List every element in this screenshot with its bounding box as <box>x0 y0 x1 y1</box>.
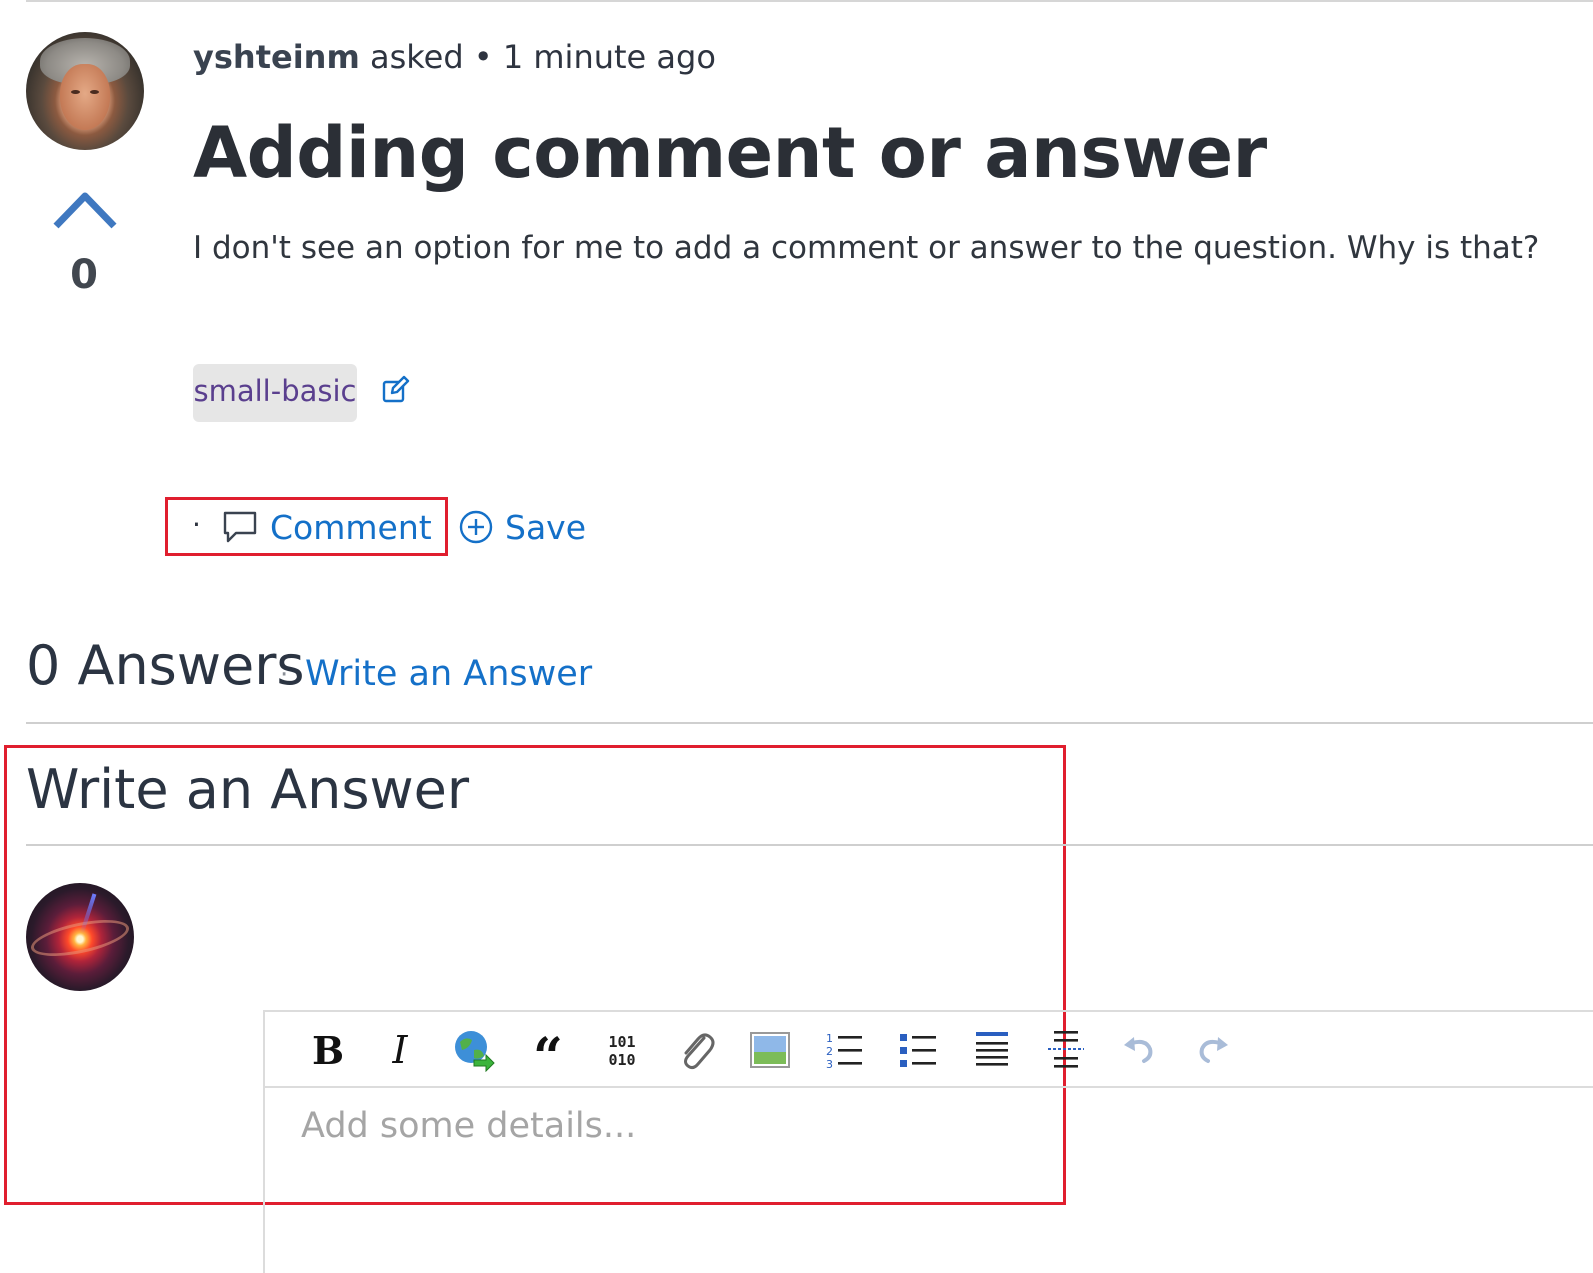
upvote-icon[interactable] <box>52 188 118 232</box>
write-answer-heading: Write an Answer <box>26 758 470 821</box>
answer-details-input[interactable]: Add some details... <box>301 1106 636 1146</box>
redo-icon[interactable] <box>1187 1026 1237 1074</box>
italic-icon[interactable]: I <box>375 1026 425 1074</box>
vote-count: 0 <box>70 252 98 298</box>
answers-divider <box>26 722 1593 724</box>
top-divider <box>26 0 1593 2</box>
comment-button[interactable]: Comment <box>222 504 432 550</box>
numbered-list-icon[interactable]: 1 2 3 <box>819 1026 869 1074</box>
question-meta: yshteinm asked • 1 minute ago <box>193 38 716 76</box>
image-icon[interactable] <box>745 1026 795 1074</box>
action-separator: · <box>192 508 201 541</box>
avatar-galaxy-ring <box>27 912 133 964</box>
link-icon[interactable] <box>449 1026 499 1074</box>
attachment-icon[interactable] <box>671 1026 721 1074</box>
question-title: Adding comment or answer <box>193 112 1267 194</box>
question-body: I don't see an option for me to add a co… <box>193 230 1540 266</box>
save-button[interactable]: Save <box>459 504 586 550</box>
avatar-eye <box>90 90 99 94</box>
svg-text:010: 010 <box>608 1051 635 1068</box>
write-answer-link[interactable]: Write an Answer <box>305 654 592 694</box>
answers-count: 0 Answers <box>26 634 305 697</box>
svg-text:1: 1 <box>826 1032 833 1045</box>
avatar-eye <box>71 90 80 94</box>
user-avatar <box>26 883 134 991</box>
svg-text:2: 2 <box>826 1045 833 1058</box>
answer-editor: B I “ 101 010 1 2 3 Add some details... <box>263 1010 1593 1273</box>
edit-tags-icon[interactable] <box>381 374 411 404</box>
tag-small-basic[interactable]: small-basic <box>193 364 357 422</box>
save-label: Save <box>505 507 587 547</box>
avatar-face <box>60 64 110 130</box>
quote-icon[interactable]: “ <box>523 1026 573 1084</box>
asked-label: asked <box>369 38 464 76</box>
svg-text:101: 101 <box>608 1033 635 1051</box>
align-icon[interactable] <box>967 1026 1017 1074</box>
code-icon[interactable]: 101 010 <box>597 1026 647 1074</box>
comment-label: Comment <box>270 507 432 547</box>
answers-separator: · <box>280 660 289 690</box>
meta-separator: • <box>473 38 493 76</box>
svg-text:3: 3 <box>826 1058 833 1070</box>
bold-icon[interactable]: B <box>303 1026 353 1074</box>
editor-toolbar: B I “ 101 010 1 2 3 <box>265 1012 1593 1088</box>
asker-avatar[interactable] <box>26 32 144 150</box>
author-link[interactable]: yshteinm <box>193 38 360 76</box>
asked-time: 1 minute ago <box>502 38 716 76</box>
bullet-list-icon[interactable] <box>893 1026 943 1074</box>
plus-circle-icon <box>459 510 493 544</box>
horizontal-rule-icon[interactable] <box>1041 1026 1091 1074</box>
undo-icon[interactable] <box>1115 1026 1165 1074</box>
write-answer-divider <box>26 844 1593 846</box>
comment-icon <box>223 511 257 543</box>
